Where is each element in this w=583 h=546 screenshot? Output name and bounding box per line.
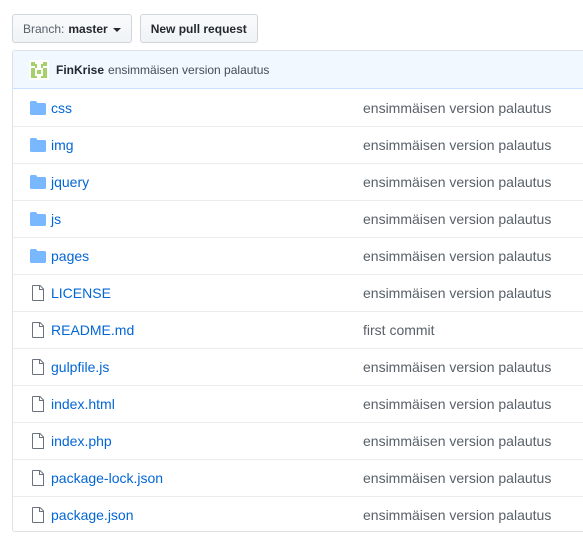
file-commit-message-link[interactable]: ensimmäisen version palautus bbox=[363, 174, 551, 190]
file-row: package.json ensimmäisen version palautus bbox=[13, 496, 583, 531]
file-name-link[interactable]: README.md bbox=[51, 322, 134, 338]
file-name-link[interactable]: css bbox=[51, 100, 72, 116]
file-name-link[interactable]: package-lock.json bbox=[51, 470, 163, 486]
file-name-link[interactable]: gulpfile.js bbox=[51, 359, 109, 375]
file-icon bbox=[29, 506, 47, 524]
file-commit-message-link[interactable]: ensimmäisen version palautus bbox=[363, 100, 551, 116]
file-row: index.php ensimmäisen version palautus bbox=[13, 422, 583, 459]
file-icon bbox=[29, 321, 47, 339]
folder-icon bbox=[29, 173, 47, 191]
file-commit-message-link[interactable]: ensimmäisen version palautus bbox=[363, 285, 551, 301]
file-commit-message-link[interactable]: ensimmäisen version palautus bbox=[363, 359, 551, 375]
file-row: pages ensimmäisen version palautus bbox=[13, 237, 583, 274]
file-commit-message-link[interactable]: ensimmäisen version palautus bbox=[363, 211, 551, 227]
file-commit-message-link[interactable]: ensimmäisen version palautus bbox=[363, 396, 551, 412]
file-icon bbox=[29, 395, 47, 413]
file-commit-message-link[interactable]: first commit bbox=[363, 322, 435, 338]
file-row: LICENSE ensimmäisen version palautus bbox=[13, 274, 583, 311]
file-row: img ensimmäisen version palautus bbox=[13, 126, 583, 163]
branch-name: master bbox=[68, 21, 108, 36]
file-name-link[interactable]: index.php bbox=[51, 433, 112, 449]
folder-icon bbox=[29, 247, 47, 265]
file-name-link[interactable]: package.json bbox=[51, 507, 134, 523]
folder-icon bbox=[29, 210, 47, 228]
file-row: css ensimmäisen version palautus bbox=[13, 89, 583, 126]
file-row: index.html ensimmäisen version palautus bbox=[13, 385, 583, 422]
folder-icon bbox=[29, 136, 47, 154]
file-commit-message-link[interactable]: ensimmäisen version palautus bbox=[363, 507, 551, 523]
latest-commit-bar: FinKrise ensimmäisen version palautus bbox=[13, 51, 583, 89]
avatar[interactable] bbox=[29, 59, 49, 80]
file-name-link[interactable]: js bbox=[51, 211, 61, 227]
file-row: package-lock.json ensimmäisen version pal… bbox=[13, 459, 583, 496]
file-icon bbox=[29, 284, 47, 302]
file-commit-message-link[interactable]: ensimmäisen version palautus bbox=[363, 470, 551, 486]
file-icon bbox=[29, 432, 47, 450]
file-icon bbox=[29, 358, 47, 376]
new-pull-request-button[interactable]: New pull request bbox=[139, 14, 258, 43]
file-name-link[interactable]: img bbox=[51, 137, 74, 153]
file-row: jquery ensimmäisen version palautus bbox=[13, 163, 583, 200]
file-name-link[interactable]: pages bbox=[51, 248, 89, 264]
file-commit-message-link[interactable]: ensimmäisen version palautus bbox=[363, 248, 551, 264]
commit-author-link[interactable]: FinKrise bbox=[56, 63, 104, 77]
file-browser: FinKrise ensimmäisen version palautus cs… bbox=[12, 50, 583, 532]
folder-icon bbox=[29, 99, 47, 117]
branch-select-button[interactable]: Branch: master bbox=[12, 14, 132, 43]
file-name-link[interactable]: index.html bbox=[51, 396, 115, 412]
chevron-down-icon bbox=[112, 27, 121, 32]
commit-message-link[interactable]: ensimmäisen version palautus bbox=[108, 63, 269, 77]
file-commit-message-link[interactable]: ensimmäisen version palautus bbox=[363, 433, 551, 449]
branch-prefix-label: Branch: bbox=[23, 21, 65, 36]
file-row: README.md first commit bbox=[13, 311, 583, 348]
file-row: gulpfile.js ensimmäisen version palautus bbox=[13, 348, 583, 385]
file-row: js ensimmäisen version palautus bbox=[13, 200, 583, 237]
file-name-link[interactable]: LICENSE bbox=[51, 285, 111, 301]
file-icon bbox=[29, 469, 47, 487]
file-name-link[interactable]: jquery bbox=[51, 174, 89, 190]
repo-toolbar: Branch: master New pull request bbox=[12, 14, 258, 43]
file-commit-message-link[interactable]: ensimmäisen version palautus bbox=[363, 137, 551, 153]
file-list: css ensimmäisen version palautus img ensimm… bbox=[13, 89, 583, 531]
